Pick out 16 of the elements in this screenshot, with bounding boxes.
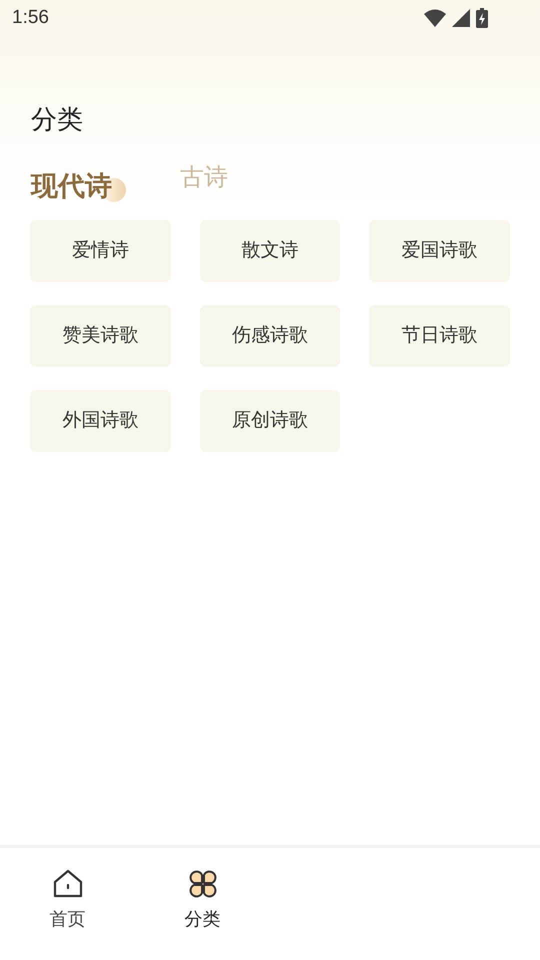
wifi-icon: [424, 9, 446, 27]
category-chip[interactable]: 散文诗: [200, 220, 340, 282]
category-tab[interactable]: 现代诗: [31, 166, 126, 206]
page-title: 分类: [30, 104, 84, 136]
category-chip[interactable]: 节日诗歌: [369, 305, 510, 367]
nav-tab[interactable]: 分类: [135, 868, 270, 933]
category-chip[interactable]: 赞美诗歌: [30, 305, 171, 367]
category-chip[interactable]: 爱国诗歌: [369, 220, 510, 282]
category-chip[interactable]: 原创诗歌: [200, 390, 340, 452]
status-time: 1:56: [12, 6, 49, 30]
category-chip[interactable]: 爱情诗: [30, 220, 171, 282]
battery-icon: [476, 8, 488, 28]
category-chip[interactable]: 伤感诗歌: [200, 305, 340, 367]
category-chip[interactable]: 外国诗歌: [30, 390, 171, 452]
signal-icon: [452, 9, 470, 27]
nav-tab[interactable]: 首页: [0, 868, 135, 933]
